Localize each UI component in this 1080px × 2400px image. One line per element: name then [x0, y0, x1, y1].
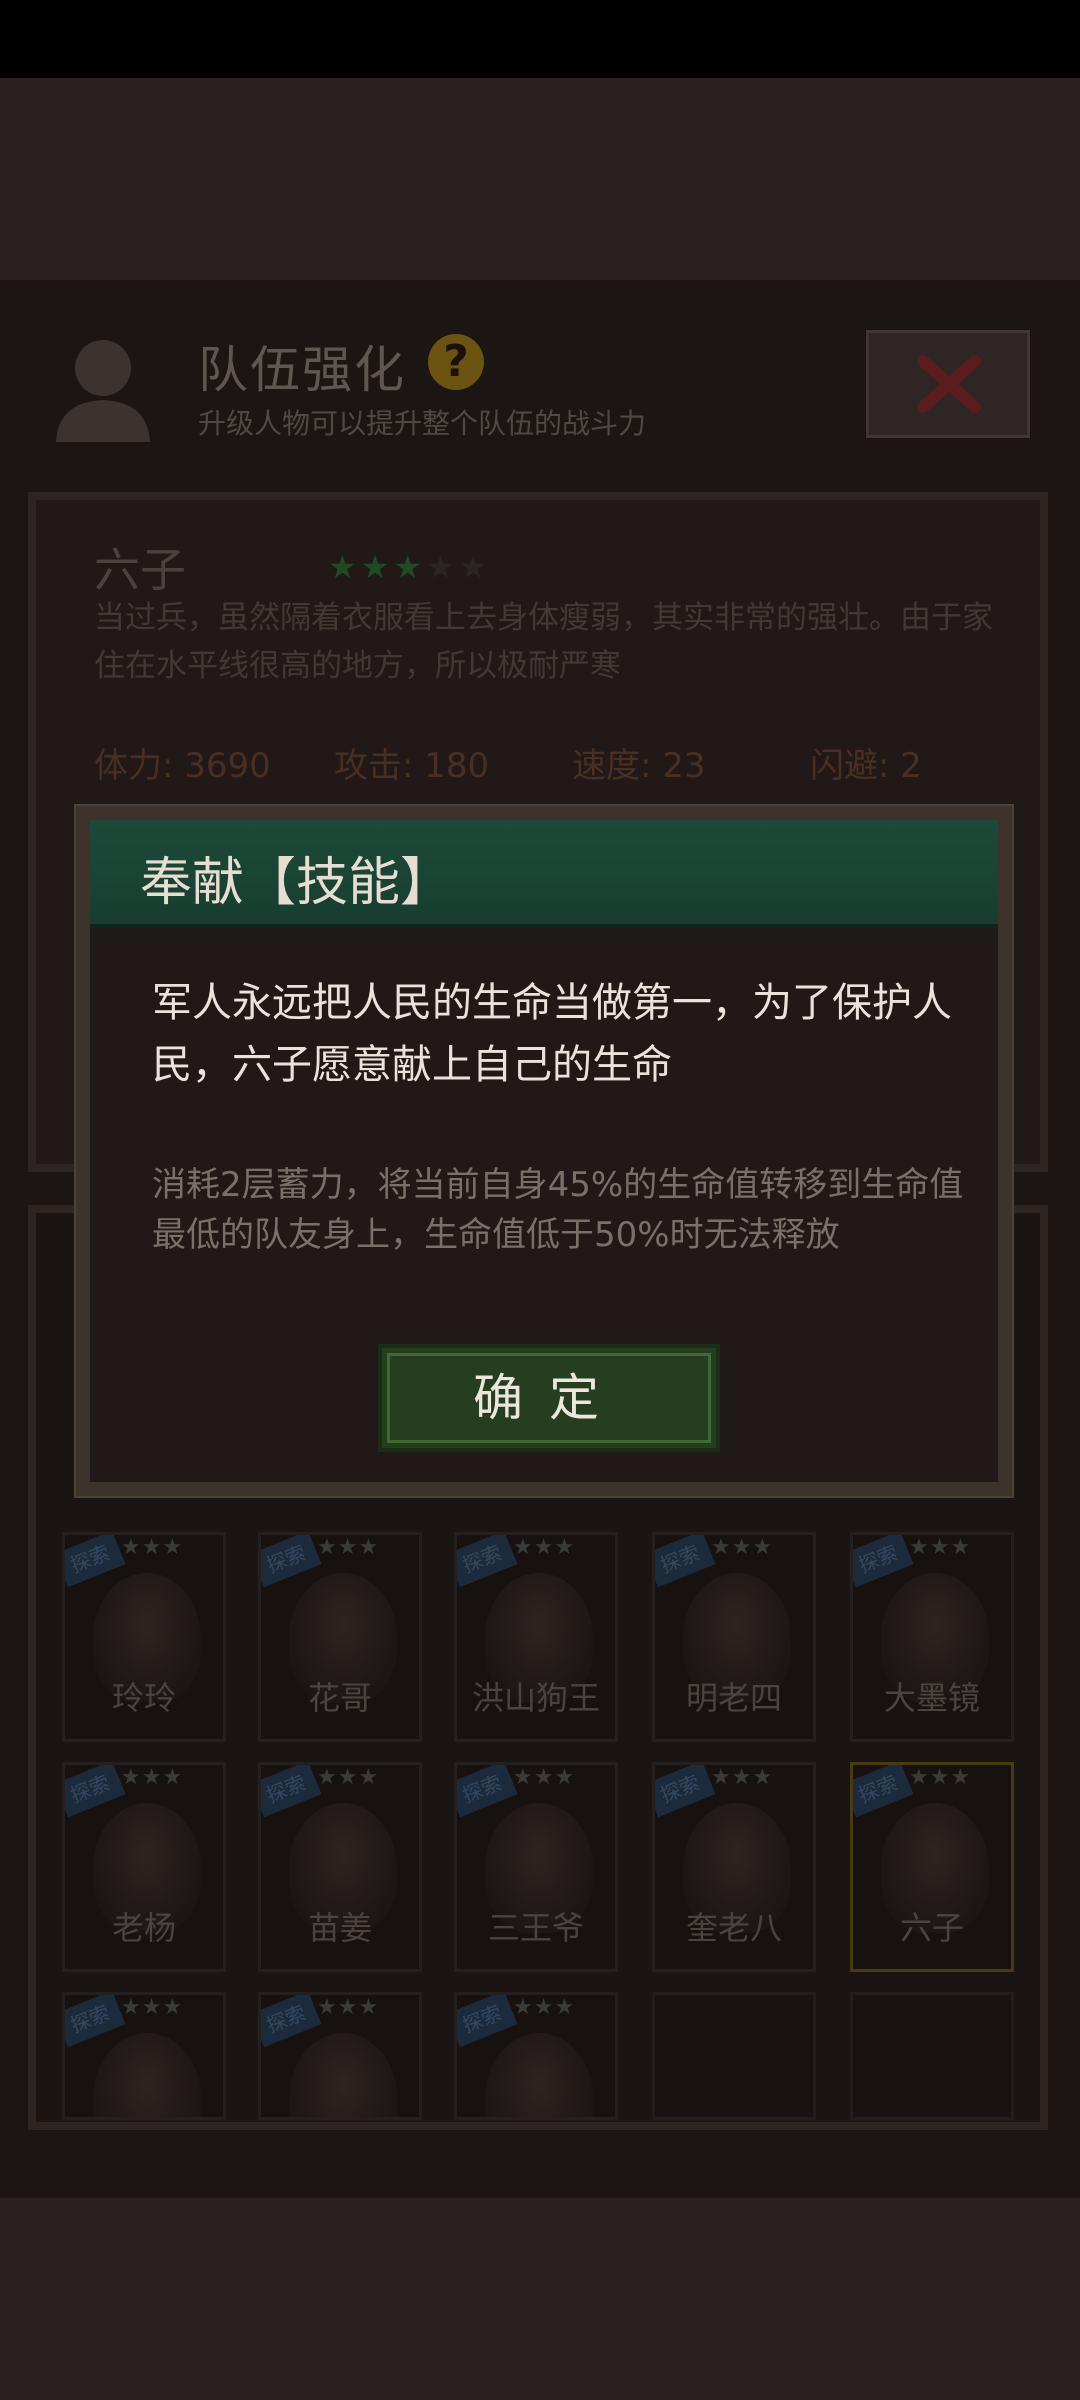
character-stars: ★★★★★ [328, 548, 491, 586]
character-card-name: 三王爷 [487, 1909, 584, 1947]
explore-tag: 探索 [457, 1765, 518, 1818]
skill-effect: 消耗2层蓄力，将当前自身45%的生命值转移到生命值最低的队友身上，生命值低于50… [152, 1165, 964, 1255]
skill-dialog-body: 奉献【技能】 军人永远把人民的生命当做第一，为了保护人民，六子愿意献上自己的生命… [90, 820, 998, 1482]
stat-stamina: 体力: 3690 [94, 746, 271, 786]
empty-slot [652, 1992, 816, 2120]
character-card-name: 明老四 [685, 1679, 782, 1717]
star-empty-icon: ★ [426, 548, 459, 586]
character-card-name: 苗姜 [307, 1909, 372, 1947]
character-portrait [93, 2033, 201, 2117]
character-card-name: 花哥 [307, 1679, 372, 1717]
page-title: 队伍强化 [198, 341, 406, 399]
card-stars: ★★★ [513, 1535, 576, 1560]
character-description: 当过兵，虽然隔着衣服看上去身体瘦弱，其实非常的强壮。由于家住在水平线很高的地方，… [94, 600, 993, 684]
explore-tag: 探索 [261, 1765, 322, 1818]
card-stars: ★★★ [909, 1765, 972, 1790]
card-stars: ★★★ [513, 1765, 576, 1790]
card-stars: ★★★ [513, 1995, 576, 2020]
star-icon: ★ [393, 548, 427, 586]
explore-tag: 探索 [261, 1535, 322, 1588]
skill-description: 军人永远把人民的生命当做第一，为了保护人民，六子愿意献上自己的生命 [152, 980, 952, 1088]
help-icon[interactable]: ? [428, 334, 484, 390]
team-avatar-icon [48, 330, 158, 445]
character-card-name: 六子 [899, 1909, 964, 1947]
card-stars: ★★★ [711, 1535, 774, 1560]
card-stars: ★★★ [121, 1535, 184, 1560]
confirm-button[interactable]: 确定 [378, 1344, 720, 1452]
character-card[interactable]: 探索 ★★★ 玲玲 [62, 1532, 226, 1742]
stat-speed: 速度: 23 [572, 746, 706, 786]
status-bar [0, 0, 1080, 78]
character-card[interactable]: 探索 ★★★ 洪山狗王 [454, 1532, 618, 1742]
character-card[interactable]: 探索 ★★★ 苗姜 [258, 1762, 422, 1972]
explore-tag: 探索 [261, 1995, 322, 2048]
explore-tag: 探索 [655, 1765, 716, 1818]
character-card[interactable]: 探索 ★★★ [454, 1992, 618, 2120]
skill-dialog: 奉献【技能】 军人永远把人民的生命当做第一，为了保护人民，六子愿意献上自己的生命… [76, 806, 1012, 1496]
character-card-name: 老杨 [111, 1909, 176, 1947]
card-stars: ★★★ [121, 1765, 184, 1790]
star-empty-icon: ★ [458, 548, 492, 586]
stat-attack: 攻击: 180 [334, 746, 490, 786]
explore-tag: 探索 [457, 1535, 518, 1588]
character-card[interactable]: 探索 ★★★ [258, 1992, 422, 2120]
close-button[interactable] [866, 330, 1030, 438]
explore-tag: 探索 [65, 1535, 126, 1588]
skill-dialog-header: 奉献【技能】 [90, 820, 998, 928]
character-card[interactable]: 探索 ★★★ 明老四 [652, 1532, 816, 1742]
star-icon: ★ [328, 548, 361, 586]
character-card[interactable]: 探索 ★★★ [62, 1992, 226, 2120]
character-card[interactable]: 探索 ★★★ 花哥 [258, 1532, 422, 1742]
stat-dodge: 闪避: 2 [810, 746, 922, 786]
explore-tag: 探索 [65, 1995, 126, 2048]
character-card[interactable]: 探索 ★★★ 三王爷 [454, 1762, 618, 1972]
explore-tag: 探索 [655, 1535, 716, 1588]
character-card-selected[interactable]: 探索 ★★★ 六子 [850, 1762, 1014, 1972]
character-card[interactable]: 探索 ★★★ 奎老八 [652, 1762, 816, 1972]
character-card-name: 大墨镜 [883, 1679, 980, 1717]
character-portrait [289, 2033, 397, 2117]
character-card[interactable]: 探索 ★★★ 大墨镜 [850, 1532, 1014, 1742]
card-stars: ★★★ [317, 1535, 380, 1560]
card-stars: ★★★ [711, 1765, 774, 1790]
star-icon: ★ [360, 548, 394, 586]
card-stars: ★★★ [317, 1995, 380, 2020]
character-portrait [485, 2033, 593, 2117]
card-stars: ★★★ [317, 1765, 380, 1790]
card-stars: ★★★ [909, 1535, 972, 1560]
character-name: 六子 [94, 543, 186, 597]
explore-tag: 探索 [65, 1765, 126, 1818]
close-icon [917, 355, 981, 413]
navigation-bar [0, 2198, 1080, 2400]
card-stars: ★★★ [121, 1995, 184, 2020]
empty-slot [850, 1992, 1014, 2120]
page-subtitle: 升级人物可以提升整个队伍的战斗力 [198, 407, 647, 440]
character-card-name: 洪山狗王 [471, 1679, 600, 1717]
explore-tag: 探索 [457, 1995, 518, 2048]
character-card-name: 奎老八 [685, 1909, 782, 1947]
character-card[interactable]: 探索 ★★★ 老杨 [62, 1762, 226, 1972]
explore-tag: 探索 [853, 1535, 914, 1588]
character-card-name: 玲玲 [111, 1679, 176, 1717]
skill-title: 奉献【技能】 [140, 853, 453, 913]
explore-tag: 探索 [853, 1765, 914, 1818]
